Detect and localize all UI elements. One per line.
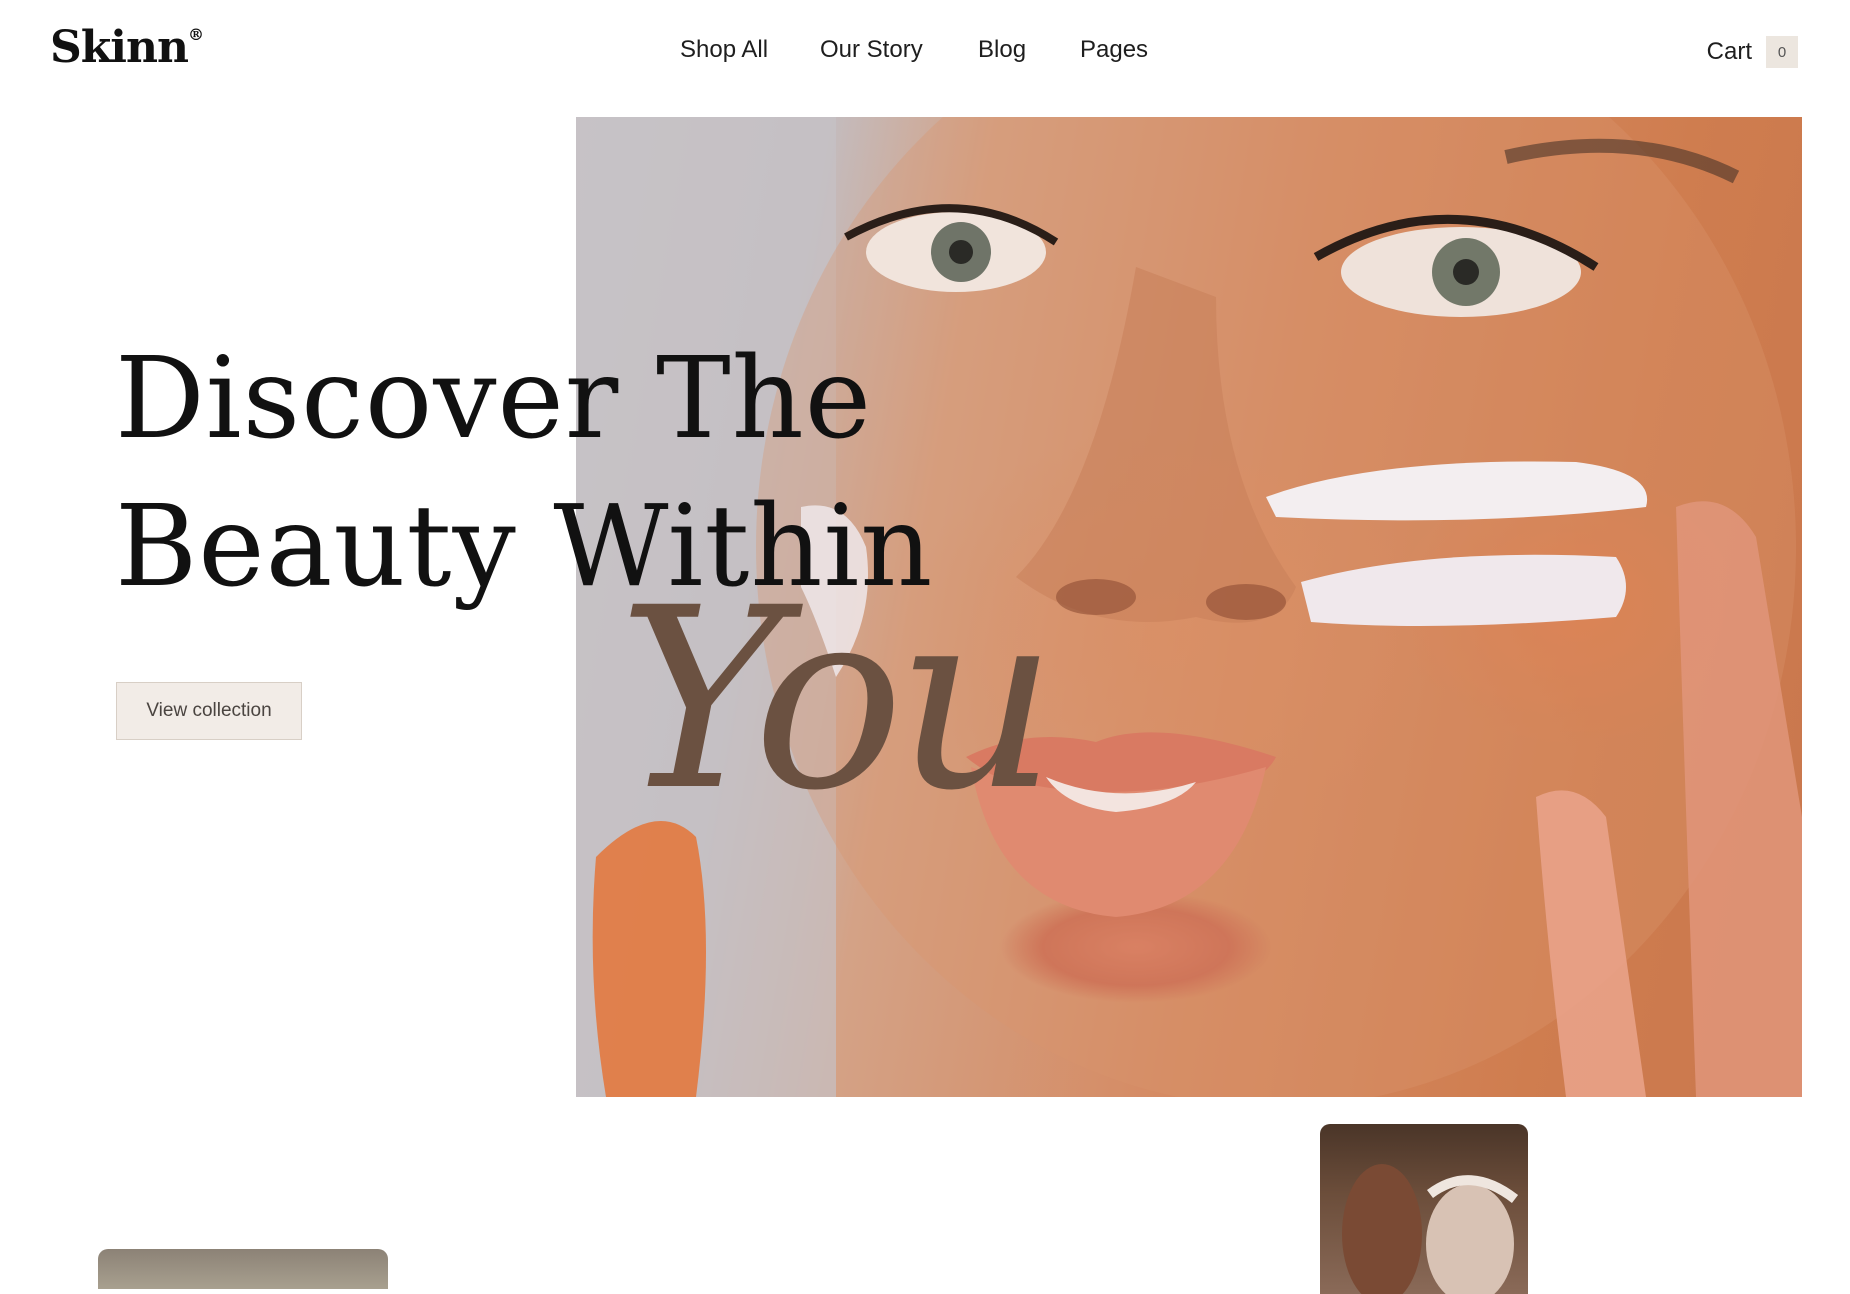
nav-item-pages[interactable]: Pages bbox=[1080, 36, 1148, 64]
main-nav: Shop All Our Story Blog Pages bbox=[0, 36, 1850, 68]
nav-item-shop-all[interactable]: Shop All bbox=[680, 36, 768, 64]
faces-photo-icon bbox=[1342, 1164, 1519, 1294]
hero-script-word: You bbox=[618, 554, 1057, 845]
product-thumbnail-left[interactable] bbox=[98, 1249, 388, 1289]
site-header: Skinn® Shop All Our Story Blog Pages Car… bbox=[0, 0, 1850, 104]
nav-item-blog[interactable]: Blog bbox=[978, 36, 1026, 64]
product-thumbnail-right[interactable] bbox=[1320, 1124, 1528, 1294]
hero-headline-line-1: Discover The bbox=[115, 334, 873, 464]
cart-label: Cart bbox=[1706, 38, 1752, 65]
cart-count-badge: 0 bbox=[1766, 36, 1798, 68]
cart-button[interactable]: Cart 0 bbox=[1707, 36, 1798, 68]
view-collection-button[interactable]: View collection bbox=[116, 682, 302, 740]
nav-item-our-story[interactable]: Our Story bbox=[820, 36, 923, 64]
